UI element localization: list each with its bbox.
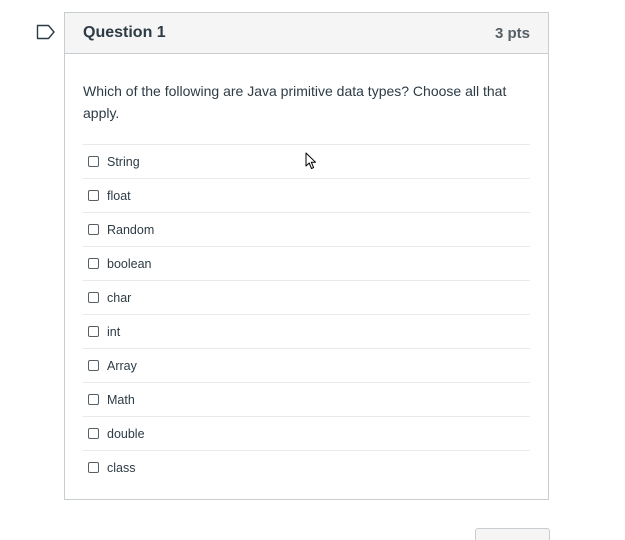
checkbox-icon[interactable]	[88, 428, 99, 439]
checkbox-icon[interactable]	[88, 326, 99, 337]
checkbox-icon[interactable]	[88, 360, 99, 371]
quiz-page: Question 1 3 pts Which of the following …	[0, 0, 625, 540]
flag-question-icon[interactable]	[36, 24, 56, 40]
answer-option[interactable]: int	[83, 315, 530, 349]
checkbox-icon[interactable]	[88, 156, 99, 167]
question-header: Question 1 3 pts	[65, 13, 548, 54]
answer-label: String	[107, 154, 140, 169]
question-title: Question 1	[83, 24, 166, 41]
question-text: Which of the following are Java primitiv…	[83, 83, 507, 121]
answer-option[interactable]: Random	[83, 213, 530, 247]
answer-option[interactable]: boolean	[83, 247, 530, 281]
answer-label: double	[107, 426, 145, 441]
question-body: Which of the following are Java primitiv…	[65, 54, 548, 484]
answer-label: Math	[107, 392, 135, 407]
next-button[interactable]	[475, 528, 550, 540]
checkbox-icon[interactable]	[88, 462, 99, 473]
answer-list: String float Random boolean char int Arr…	[83, 144, 530, 484]
answer-label: boolean	[107, 256, 152, 271]
answer-label: float	[107, 188, 131, 203]
checkbox-icon[interactable]	[88, 224, 99, 235]
question-card: Question 1 3 pts Which of the following …	[64, 12, 549, 500]
checkbox-icon[interactable]	[88, 394, 99, 405]
answer-option[interactable]: Math	[83, 383, 530, 417]
checkbox-icon[interactable]	[88, 258, 99, 269]
answer-label: char	[107, 290, 132, 305]
mouse-pointer-icon	[305, 152, 316, 169]
question-points: 3 pts	[494, 24, 530, 42]
answer-label: int	[107, 324, 121, 339]
answer-option[interactable]: Array	[83, 349, 530, 383]
checkbox-icon[interactable]	[88, 190, 99, 201]
answer-option[interactable]: float	[83, 179, 530, 213]
answer-label: class	[107, 460, 136, 475]
answer-option[interactable]: char	[83, 281, 530, 315]
answer-label: Array	[107, 358, 137, 373]
answer-option[interactable]: class	[83, 451, 530, 484]
answer-label: Random	[107, 222, 155, 237]
answer-option[interactable]: double	[83, 417, 530, 451]
checkbox-icon[interactable]	[88, 292, 99, 303]
